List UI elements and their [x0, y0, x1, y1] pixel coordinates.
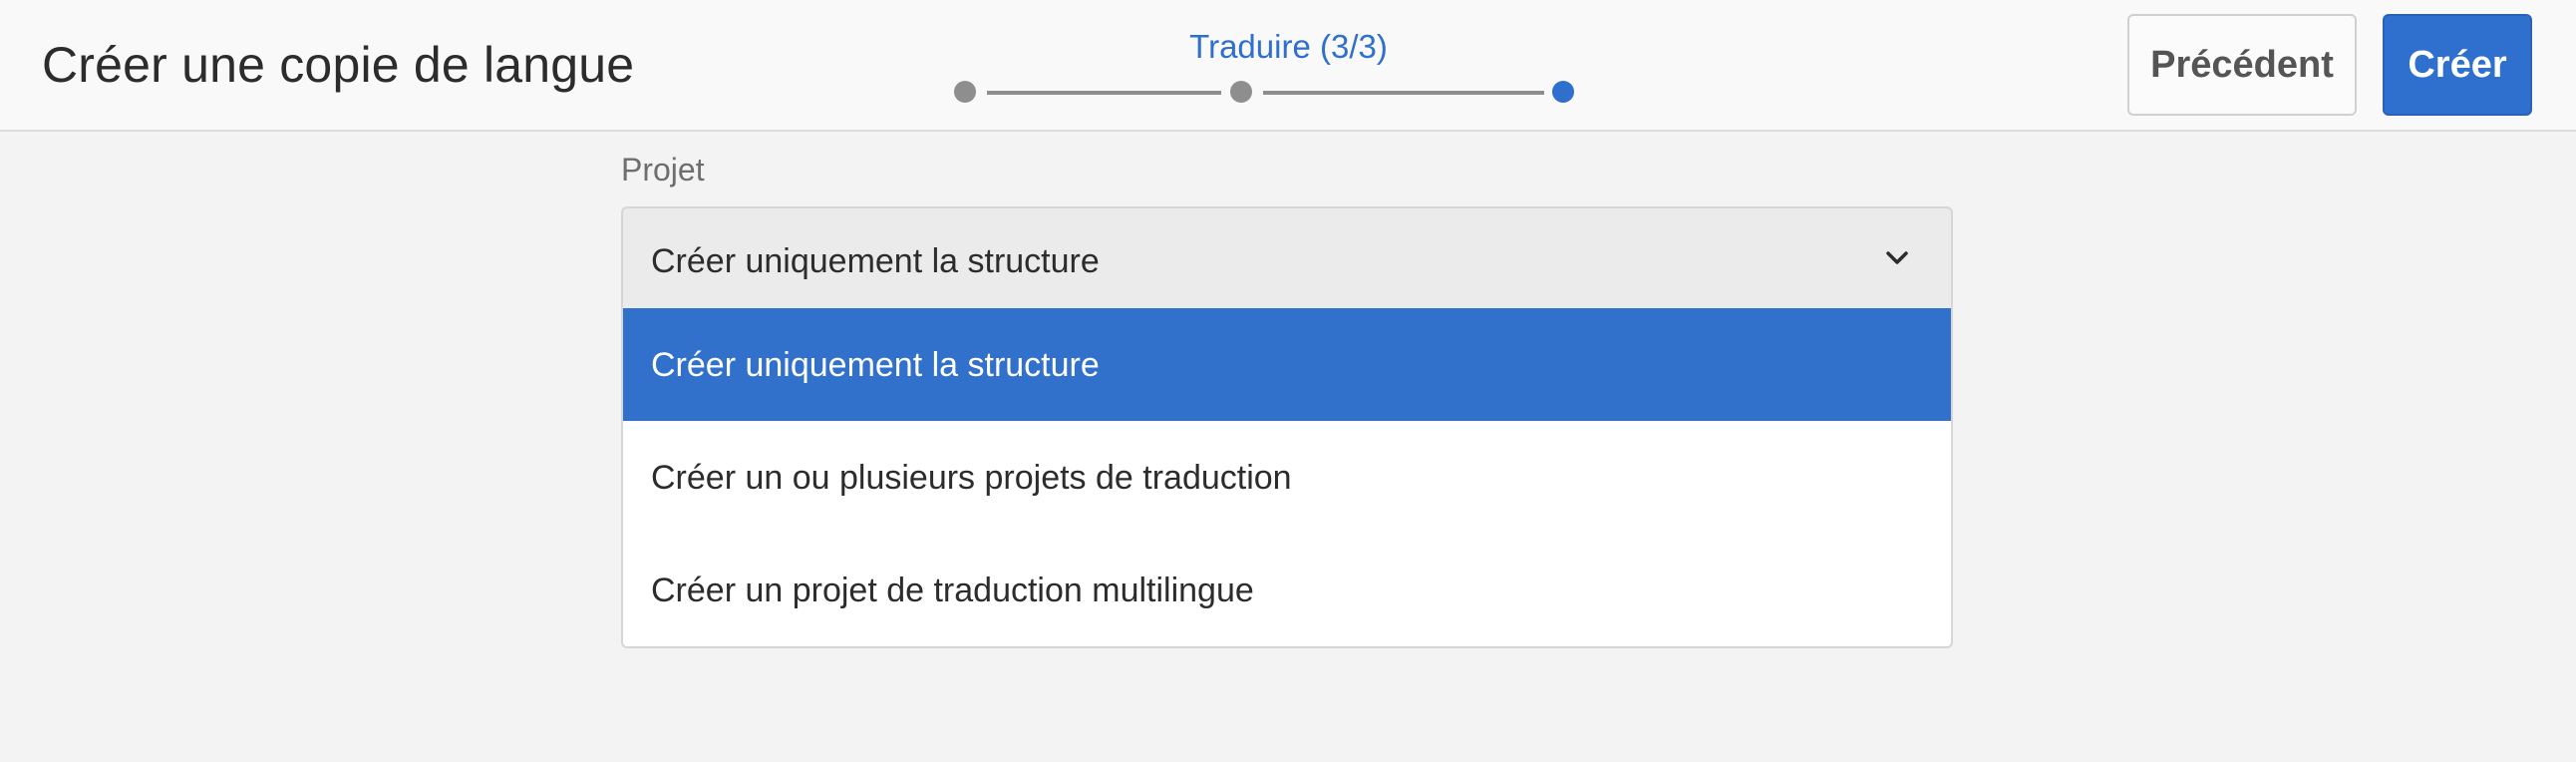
back-button[interactable]: Précédent — [2127, 14, 2357, 116]
step-3-dot — [1552, 81, 1574, 103]
option-structure-only[interactable]: Créer uniquement la structure — [623, 308, 1951, 421]
step-connector-2 — [1263, 91, 1544, 95]
project-field-label: Projet — [621, 152, 705, 188]
step-label: Traduire (3/3) — [1189, 28, 1388, 65]
option-multiple-translation-projects[interactable]: Créer un ou plusieurs projets de traduct… — [623, 421, 1951, 534]
project-select[interactable]: Créer uniquement la structure — [621, 206, 1953, 310]
top-bar: Créer une copie de langue Traduire (3/3)… — [0, 0, 2576, 132]
option-label: Créer uniquement la structure — [651, 346, 1100, 384]
project-options-menu: Créer uniquement la structure Créer un o… — [621, 308, 1953, 648]
wizard-stepper — [952, 80, 1630, 106]
step-1-dot — [954, 81, 976, 103]
option-multilingual-translation-project[interactable]: Créer un projet de traduction multilingu… — [623, 534, 1951, 646]
option-label: Créer un ou plusieurs projets de traduct… — [651, 459, 1292, 497]
page-title: Créer une copie de langue — [42, 37, 635, 93]
project-select-value: Créer uniquement la structure — [651, 242, 1100, 280]
step-connector-1 — [987, 91, 1221, 95]
create-button[interactable]: Créer — [2383, 14, 2532, 116]
step-2-dot — [1230, 81, 1252, 103]
option-label: Créer un projet de traduction multilingu… — [651, 572, 1254, 609]
chevron-down-icon — [1883, 244, 1911, 272]
